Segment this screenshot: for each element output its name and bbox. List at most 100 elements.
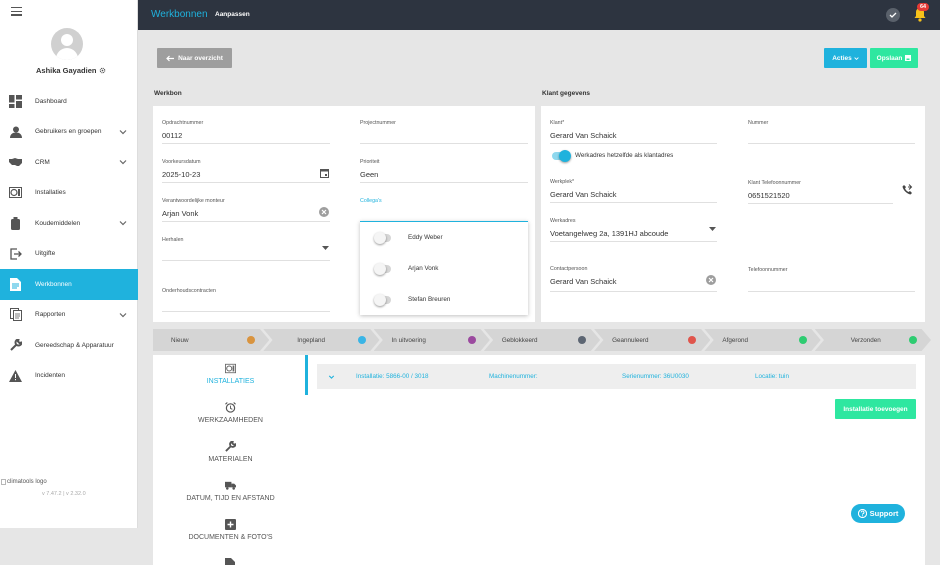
acties-button[interactable]: Acties	[824, 48, 867, 68]
collega-toggle[interactable]	[374, 263, 391, 275]
dropdown-arrow-icon[interactable]	[709, 227, 716, 232]
report-icon	[9, 308, 22, 322]
avatar[interactable]	[51, 28, 83, 60]
collega-toggle[interactable]	[374, 294, 391, 306]
voorkeursdatum-field[interactable]: Voorkeursdatum 2025-10-23	[162, 159, 330, 183]
werkadres-toggle[interactable]	[552, 150, 571, 162]
back-to-overview-button[interactable]: Naar overzicht	[157, 48, 232, 68]
status-dot	[798, 336, 807, 344]
tab-datum-tijd-afstand[interactable]: DATUM, TIJD EN AFSTAND	[153, 480, 308, 502]
sidebar-item-rapporten[interactable]: Rapporten	[0, 300, 138, 331]
sidebar-item-incidenten[interactable]: Incidenten	[0, 361, 138, 392]
telefoonnummer-field[interactable]: Telefoonnummer	[748, 267, 915, 292]
werkbon-section-title: Werkbon	[154, 90, 182, 97]
clear-icon[interactable]	[706, 275, 716, 285]
chevron-down-icon[interactable]	[328, 374, 335, 380]
sidebar-item-werkbonnen[interactable]: Werkbonnen	[0, 269, 138, 300]
document-icon	[9, 277, 22, 291]
dashboard-icon	[9, 94, 22, 108]
status-dot	[467, 336, 476, 344]
klant-section-title: Klant gegevens	[542, 90, 591, 97]
wrench-icon	[225, 441, 236, 452]
status-dot	[688, 336, 697, 344]
sidebar-nav: Dashboard Gebruikers en groepen CRM Inst…	[0, 86, 138, 391]
section-tabs: INSTALLATIES WERKZAAMHEDEN MATERIALEN DA…	[153, 355, 308, 565]
sidebar-item-koudemiddelen[interactable]: Koudemiddelen	[0, 208, 138, 239]
warning-icon	[9, 369, 22, 382]
klant-telefoon-field[interactable]: Klant Telefoonnummer 0651521520	[748, 180, 893, 204]
collega-option[interactable]: Arjan Vonk	[360, 253, 528, 284]
status-step-verzonden[interactable]: Verzonden	[814, 329, 931, 351]
status-dot	[247, 336, 256, 344]
sidebar-item-gereedschap[interactable]: Gereedschap & Apparatuur	[0, 330, 138, 361]
broken-image-icon	[1, 479, 6, 485]
status-bar: Nieuw Ingepland In uitvoering Geblokkeer…	[153, 329, 931, 351]
clear-icon[interactable]	[319, 207, 329, 217]
tab-materialen[interactable]: MATERIALEN	[153, 441, 308, 463]
cylinder-icon	[9, 216, 22, 230]
status-dot	[357, 336, 366, 344]
sidebar-item-installaties[interactable]: Installaties	[0, 178, 138, 209]
tab-installaties[interactable]: INSTALLATIES	[153, 363, 308, 385]
help-icon	[857, 509, 867, 518]
status-step-geannuleerd[interactable]: Geannuleerd	[594, 329, 711, 351]
arrow-left-icon	[166, 55, 175, 61]
support-button[interactable]: Support	[851, 504, 905, 523]
collega-option[interactable]: Eddy Weber	[360, 222, 528, 253]
plus-box-icon	[225, 519, 236, 530]
tab-werkzaamheden[interactable]: WERKZAAMHEDEN	[153, 402, 308, 424]
status-step-in-uitvoering[interactable]: In uitvoering	[373, 329, 490, 351]
werkplek-field[interactable]: Werkplek* Gerard Van Schaick	[550, 179, 717, 203]
opdrachtnummer-field[interactable]: Opdrachtnummer 00112	[162, 120, 330, 144]
installation-icon	[9, 186, 22, 199]
handshake-icon	[9, 156, 22, 169]
monteur-field[interactable]: Verantwoordelijke monteur Arjan Vonk	[162, 198, 330, 222]
collega-toggle[interactable]	[374, 232, 391, 244]
user-name[interactable]: Ashika Gayadien	[36, 66, 106, 75]
top-header: Werkbonnen Aanpassen 64	[138, 0, 940, 30]
herhalen-field[interactable]: Herhalen	[162, 237, 330, 261]
chevron-down-icon[interactable]	[119, 219, 127, 227]
gear-icon[interactable]	[99, 67, 106, 74]
save-button[interactable]: Opslaan	[870, 48, 918, 68]
exit-icon	[9, 247, 22, 260]
collegas-field[interactable]: Collega's	[360, 198, 528, 222]
werkadres-field[interactable]: Werkadres Voetangelweg 2a, 1391HJ abcoud…	[550, 218, 717, 242]
phone-forward-icon[interactable]	[902, 184, 913, 195]
status-step-geblokkeerd[interactable]: Geblokkeerd	[483, 329, 601, 351]
collegas-dropdown: Eddy Weber Arjan Vonk Stefan Breuren	[360, 221, 528, 315]
tab-documenten[interactable]: DOCUMENTEN & FOTO'S	[153, 519, 308, 541]
sidebar-item-gebruikers[interactable]: Gebruikers en groepen	[0, 117, 138, 148]
contactpersoon-field[interactable]: Contactpersoon Gerard Van Schaick	[550, 266, 717, 292]
status-step-ingepland[interactable]: Ingepland	[263, 329, 380, 351]
chevron-down-icon[interactable]	[119, 128, 127, 136]
wrench-icon	[9, 339, 22, 352]
add-installation-button[interactable]: Installatie toevoegen	[835, 399, 916, 419]
projectnummer-field[interactable]: Projectnummer	[360, 120, 528, 144]
prioriteit-field[interactable]: Prioriteit Geen	[360, 159, 528, 183]
installation-row[interactable]: Installatie: 5866-00 / 3018 Machinenumme…	[317, 364, 916, 389]
werkadres-toggle-label: Werkadres hetzelfde als klantadres	[575, 152, 674, 159]
version-label: v 7.47.2 | v 2.32.0	[42, 491, 86, 497]
sidebar-item-uitgifte[interactable]: Uitgifte	[0, 239, 138, 270]
onderhoudscontracten-field[interactable]: Onderhoudscontracten	[162, 288, 330, 312]
nummer-field[interactable]: Nummer	[748, 120, 915, 144]
floppy-icon	[905, 55, 912, 61]
collega-option[interactable]: Stefan Breuren	[360, 284, 528, 315]
status-step-nieuw[interactable]: Nieuw	[153, 329, 270, 351]
dropdown-arrow-icon[interactable]	[322, 246, 329, 251]
menu-icon[interactable]	[11, 7, 22, 16]
user-icon	[9, 125, 22, 138]
klant-field[interactable]: Klant* Gerard Van Schaick	[550, 120, 717, 144]
chevron-down-icon	[854, 56, 859, 60]
calendar-icon[interactable]	[320, 168, 329, 178]
status-step-afgerond[interactable]: Afgerond	[704, 329, 821, 351]
logo: climatools logo	[1, 479, 47, 485]
chevron-down-icon[interactable]	[119, 311, 127, 319]
chevron-down-icon[interactable]	[119, 158, 127, 166]
status-dot	[578, 336, 587, 344]
sidebar-item-dashboard[interactable]: Dashboard	[0, 86, 138, 117]
sidebar-item-crm[interactable]: CRM	[0, 147, 138, 178]
check-icon[interactable]	[886, 8, 900, 22]
document-icon	[225, 558, 235, 565]
